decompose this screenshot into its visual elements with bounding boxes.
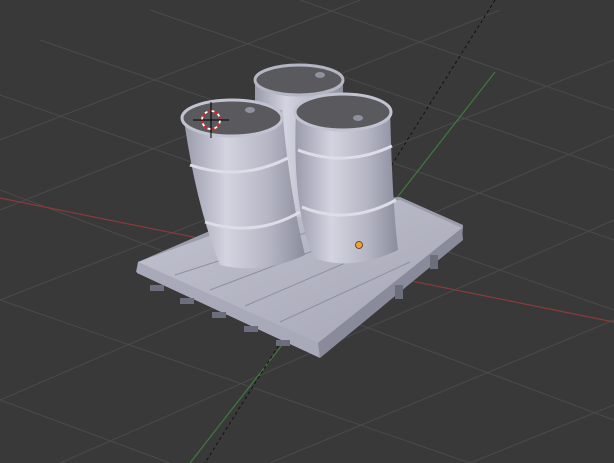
viewport-canvas[interactable] xyxy=(0,0,614,463)
object-origin-point xyxy=(355,241,363,249)
3d-viewport[interactable] xyxy=(0,0,614,463)
barrel-front-right[interactable] xyxy=(293,92,398,264)
pallet[interactable] xyxy=(136,197,463,358)
